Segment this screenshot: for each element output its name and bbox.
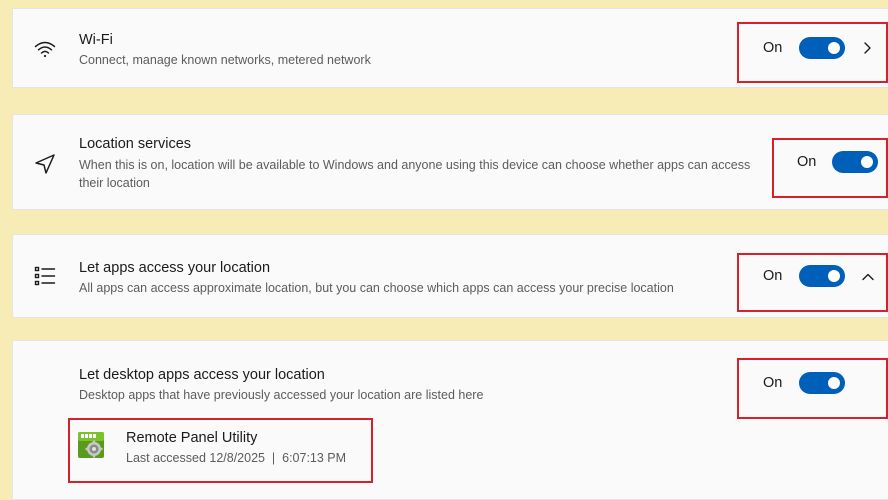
desktop-apps-toggle[interactable] xyxy=(799,372,845,394)
app-location-description: All apps can access approximate location… xyxy=(79,281,674,295)
wifi-setting-card[interactable]: Wi-Fi Connect, manage known networks, me… xyxy=(12,8,888,88)
app-name: Remote Panel Utility xyxy=(126,430,258,446)
toggle-knob xyxy=(861,156,873,168)
wifi-toggle[interactable] xyxy=(799,37,845,59)
app-location-state-label: On xyxy=(763,268,783,284)
wifi-description: Connect, manage known networks, metered … xyxy=(79,53,371,67)
list-icon xyxy=(33,264,57,288)
chevron-right-icon[interactable] xyxy=(860,41,874,55)
desktop-apps-description: Desktop apps that have previously access… xyxy=(79,388,484,402)
app-location-toggle[interactable] xyxy=(799,265,845,287)
location-services-state-label: On xyxy=(797,154,817,170)
desktop-apps-state-label: On xyxy=(763,375,783,391)
wifi-title: Wi-Fi xyxy=(79,32,113,48)
location-services-title: Location services xyxy=(79,136,192,152)
chevron-up-icon[interactable] xyxy=(861,270,875,284)
location-services-card: Location services When this is on, locat… xyxy=(12,114,888,210)
desktop-apps-card: Let desktop apps access your location De… xyxy=(12,340,888,500)
toggle-knob xyxy=(828,270,840,282)
app-location-card[interactable]: Let apps access your location All apps c… xyxy=(12,234,888,318)
wifi-state-label: On xyxy=(763,40,783,56)
app-location-title: Let apps access your location xyxy=(79,260,271,276)
desktop-apps-title: Let desktop apps access your location xyxy=(79,367,325,383)
location-services-description: When this is on, location will be availa… xyxy=(79,158,751,190)
app-last-accessed: Last accessed 12/8/2025 | 6:07:13 PM xyxy=(126,451,347,465)
toggle-knob xyxy=(828,42,840,54)
location-services-toggle[interactable] xyxy=(832,151,878,173)
toggle-knob xyxy=(828,377,840,389)
wifi-icon xyxy=(33,37,57,61)
app-gear-icon xyxy=(78,432,104,458)
location-arrow-icon xyxy=(33,152,57,176)
